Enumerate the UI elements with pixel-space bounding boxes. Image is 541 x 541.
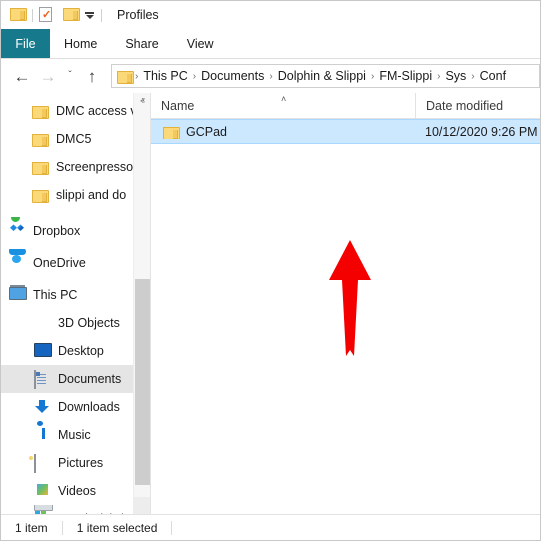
sidebar-item-label: Videos	[58, 484, 96, 498]
sidebar-item-label: This PC	[33, 288, 77, 302]
sidebar-item-dropbox[interactable]: Dropbox	[1, 217, 150, 245]
sidebar-item-label: slippi and do	[56, 188, 126, 202]
window-body: DMC access v DMC5 Screenpresso slippi an…	[1, 93, 540, 514]
status-divider-2	[171, 521, 172, 535]
folder-icon	[163, 126, 178, 138]
sidebar-item-dmc5[interactable]: DMC5	[1, 125, 150, 153]
desktop-icon	[34, 343, 51, 360]
sidebar-item-label: Music	[58, 428, 91, 442]
breadcrumb-item-sys[interactable]: Sys	[441, 69, 470, 83]
sidebar-scrollbar[interactable]: ⱏ ⱟ	[133, 93, 150, 514]
status-item-count: 1 item	[15, 521, 48, 535]
qat-divider	[32, 9, 33, 22]
back-button[interactable]: ←	[9, 63, 35, 89]
tab-view[interactable]: View	[173, 29, 228, 58]
downloads-icon	[34, 399, 51, 416]
local-disk-icon	[34, 511, 51, 515]
status-selection: 1 item selected	[77, 521, 158, 535]
sidebar-item-label: DMC access v	[56, 104, 137, 118]
sidebar-item-downloads[interactable]: Downloads	[1, 393, 150, 421]
scrollbar-thumb[interactable]	[135, 279, 150, 485]
navigation-pane: DMC access v DMC5 Screenpresso slippi an…	[1, 93, 151, 514]
file-list-pane: Name ˄ Date modified GCPad 10/12/2020 9:…	[151, 93, 540, 514]
tab-home[interactable]: Home	[50, 29, 111, 58]
recent-locations-button[interactable]: ˇ	[61, 63, 79, 89]
sidebar-item-music[interactable]: Music	[1, 421, 150, 449]
file-date-cell: 10/12/2020 9:26 PM	[415, 125, 540, 139]
file-list: GCPad 10/12/2020 9:26 PM	[151, 119, 540, 144]
column-header-date-label: Date modified	[426, 99, 503, 113]
sidebar-item-slippi-and-do[interactable]: slippi and do	[1, 181, 150, 209]
sidebar-item-3d-objects[interactable]: 3D Objects	[1, 309, 150, 337]
sidebar-item-screenpresso[interactable]: Screenpresso	[1, 153, 150, 181]
sort-ascending-icon: ˄	[281, 95, 286, 104]
file-name-label: GCPad	[186, 125, 227, 139]
status-bar: 1 item 1 item selected	[1, 514, 540, 540]
folder-icon	[32, 103, 49, 120]
pictures-icon	[34, 455, 51, 472]
title-bar: ✓ Profiles	[1, 1, 540, 29]
breadcrumb-item-this-pc[interactable]: This PC	[139, 69, 191, 83]
column-header-name-label: Name	[161, 99, 194, 113]
ribbon-tab-bar: File Home Share View	[1, 29, 540, 59]
status-divider	[62, 521, 63, 535]
forward-button[interactable]: →	[35, 63, 61, 89]
sidebar-item-dmc-access[interactable]: DMC access v	[1, 97, 150, 125]
sidebar-item-local-disk[interactable]: Local Disk (C	[1, 505, 150, 514]
qat-divider-2	[101, 9, 102, 22]
sidebar-item-documents[interactable]: Documents	[1, 365, 150, 393]
file-explorer-window: ✓ Profiles File Home Share View ← → ˇ ↑ …	[0, 0, 541, 541]
sidebar-item-videos[interactable]: Videos	[1, 477, 150, 505]
tab-share[interactable]: Share	[111, 29, 172, 58]
scroll-up-icon[interactable]: ⱏ	[134, 93, 151, 110]
music-icon	[34, 427, 51, 444]
folder-icon	[32, 187, 49, 204]
breadcrumb-item-config[interactable]: Conf	[476, 69, 510, 83]
up-button[interactable]: ↑	[79, 63, 105, 89]
navigation-list: DMC access v DMC5 Screenpresso slippi an…	[1, 93, 150, 514]
sidebar-item-label: Pictures	[58, 456, 103, 470]
videos-icon	[34, 483, 51, 500]
sidebar-item-label: Downloads	[58, 400, 120, 414]
sidebar-item-this-pc[interactable]: This PC	[1, 281, 150, 309]
properties-icon[interactable]: ✓	[39, 7, 55, 23]
customize-qat-caret-icon[interactable]	[84, 10, 95, 21]
breadcrumb-item-dolphin-slippi[interactable]: Dolphin & Slippi	[274, 69, 370, 83]
this-pc-icon	[9, 287, 26, 304]
column-header-date-modified[interactable]: Date modified	[415, 93, 540, 119]
scroll-down-icon[interactable]: ⱟ	[134, 497, 151, 514]
tab-file[interactable]: File	[1, 29, 50, 58]
dropbox-icon	[9, 223, 26, 240]
sidebar-item-desktop[interactable]: Desktop	[1, 337, 150, 365]
sidebar-item-label: 3D Objects	[58, 316, 120, 330]
sidebar-item-label: Documents	[58, 372, 121, 386]
table-row[interactable]: GCPad 10/12/2020 9:26 PM	[151, 119, 540, 144]
sidebar-item-label: Dropbox	[33, 224, 80, 238]
breadcrumb-item-fm-slippi[interactable]: FM-Slippi	[375, 69, 436, 83]
window-title: Profiles	[117, 8, 159, 22]
breadcrumb-folder-icon	[117, 70, 132, 82]
address-bar: ← → ˇ ↑ › This PC › Documents › Dolphin …	[1, 59, 540, 93]
sidebar-item-label: OneDrive	[33, 256, 86, 270]
red-arrow-annotation	[326, 238, 374, 358]
new-folder-icon[interactable]	[10, 7, 26, 23]
folder-icon	[32, 131, 49, 148]
column-header-row: Name ˄ Date modified	[151, 93, 540, 119]
3d-objects-icon	[34, 315, 51, 332]
breadcrumb-item-documents[interactable]: Documents	[197, 69, 268, 83]
sidebar-item-label: Screenpresso	[56, 160, 133, 174]
column-header-name[interactable]: Name ˄	[151, 93, 415, 119]
breadcrumb[interactable]: › This PC › Documents › Dolphin & Slippi…	[111, 64, 540, 88]
file-name-cell[interactable]: GCPad	[151, 125, 415, 139]
sidebar-item-label: Local Disk (C	[58, 512, 132, 514]
onedrive-icon	[9, 255, 26, 272]
sidebar-item-label: Desktop	[58, 344, 104, 358]
sidebar-item-onedrive[interactable]: OneDrive	[1, 249, 150, 277]
sidebar-item-pictures[interactable]: Pictures	[1, 449, 150, 477]
folder-icon	[32, 159, 49, 176]
sidebar-item-label: DMC5	[56, 132, 91, 146]
documents-icon	[34, 371, 51, 388]
open-folder-icon[interactable]	[63, 7, 79, 23]
